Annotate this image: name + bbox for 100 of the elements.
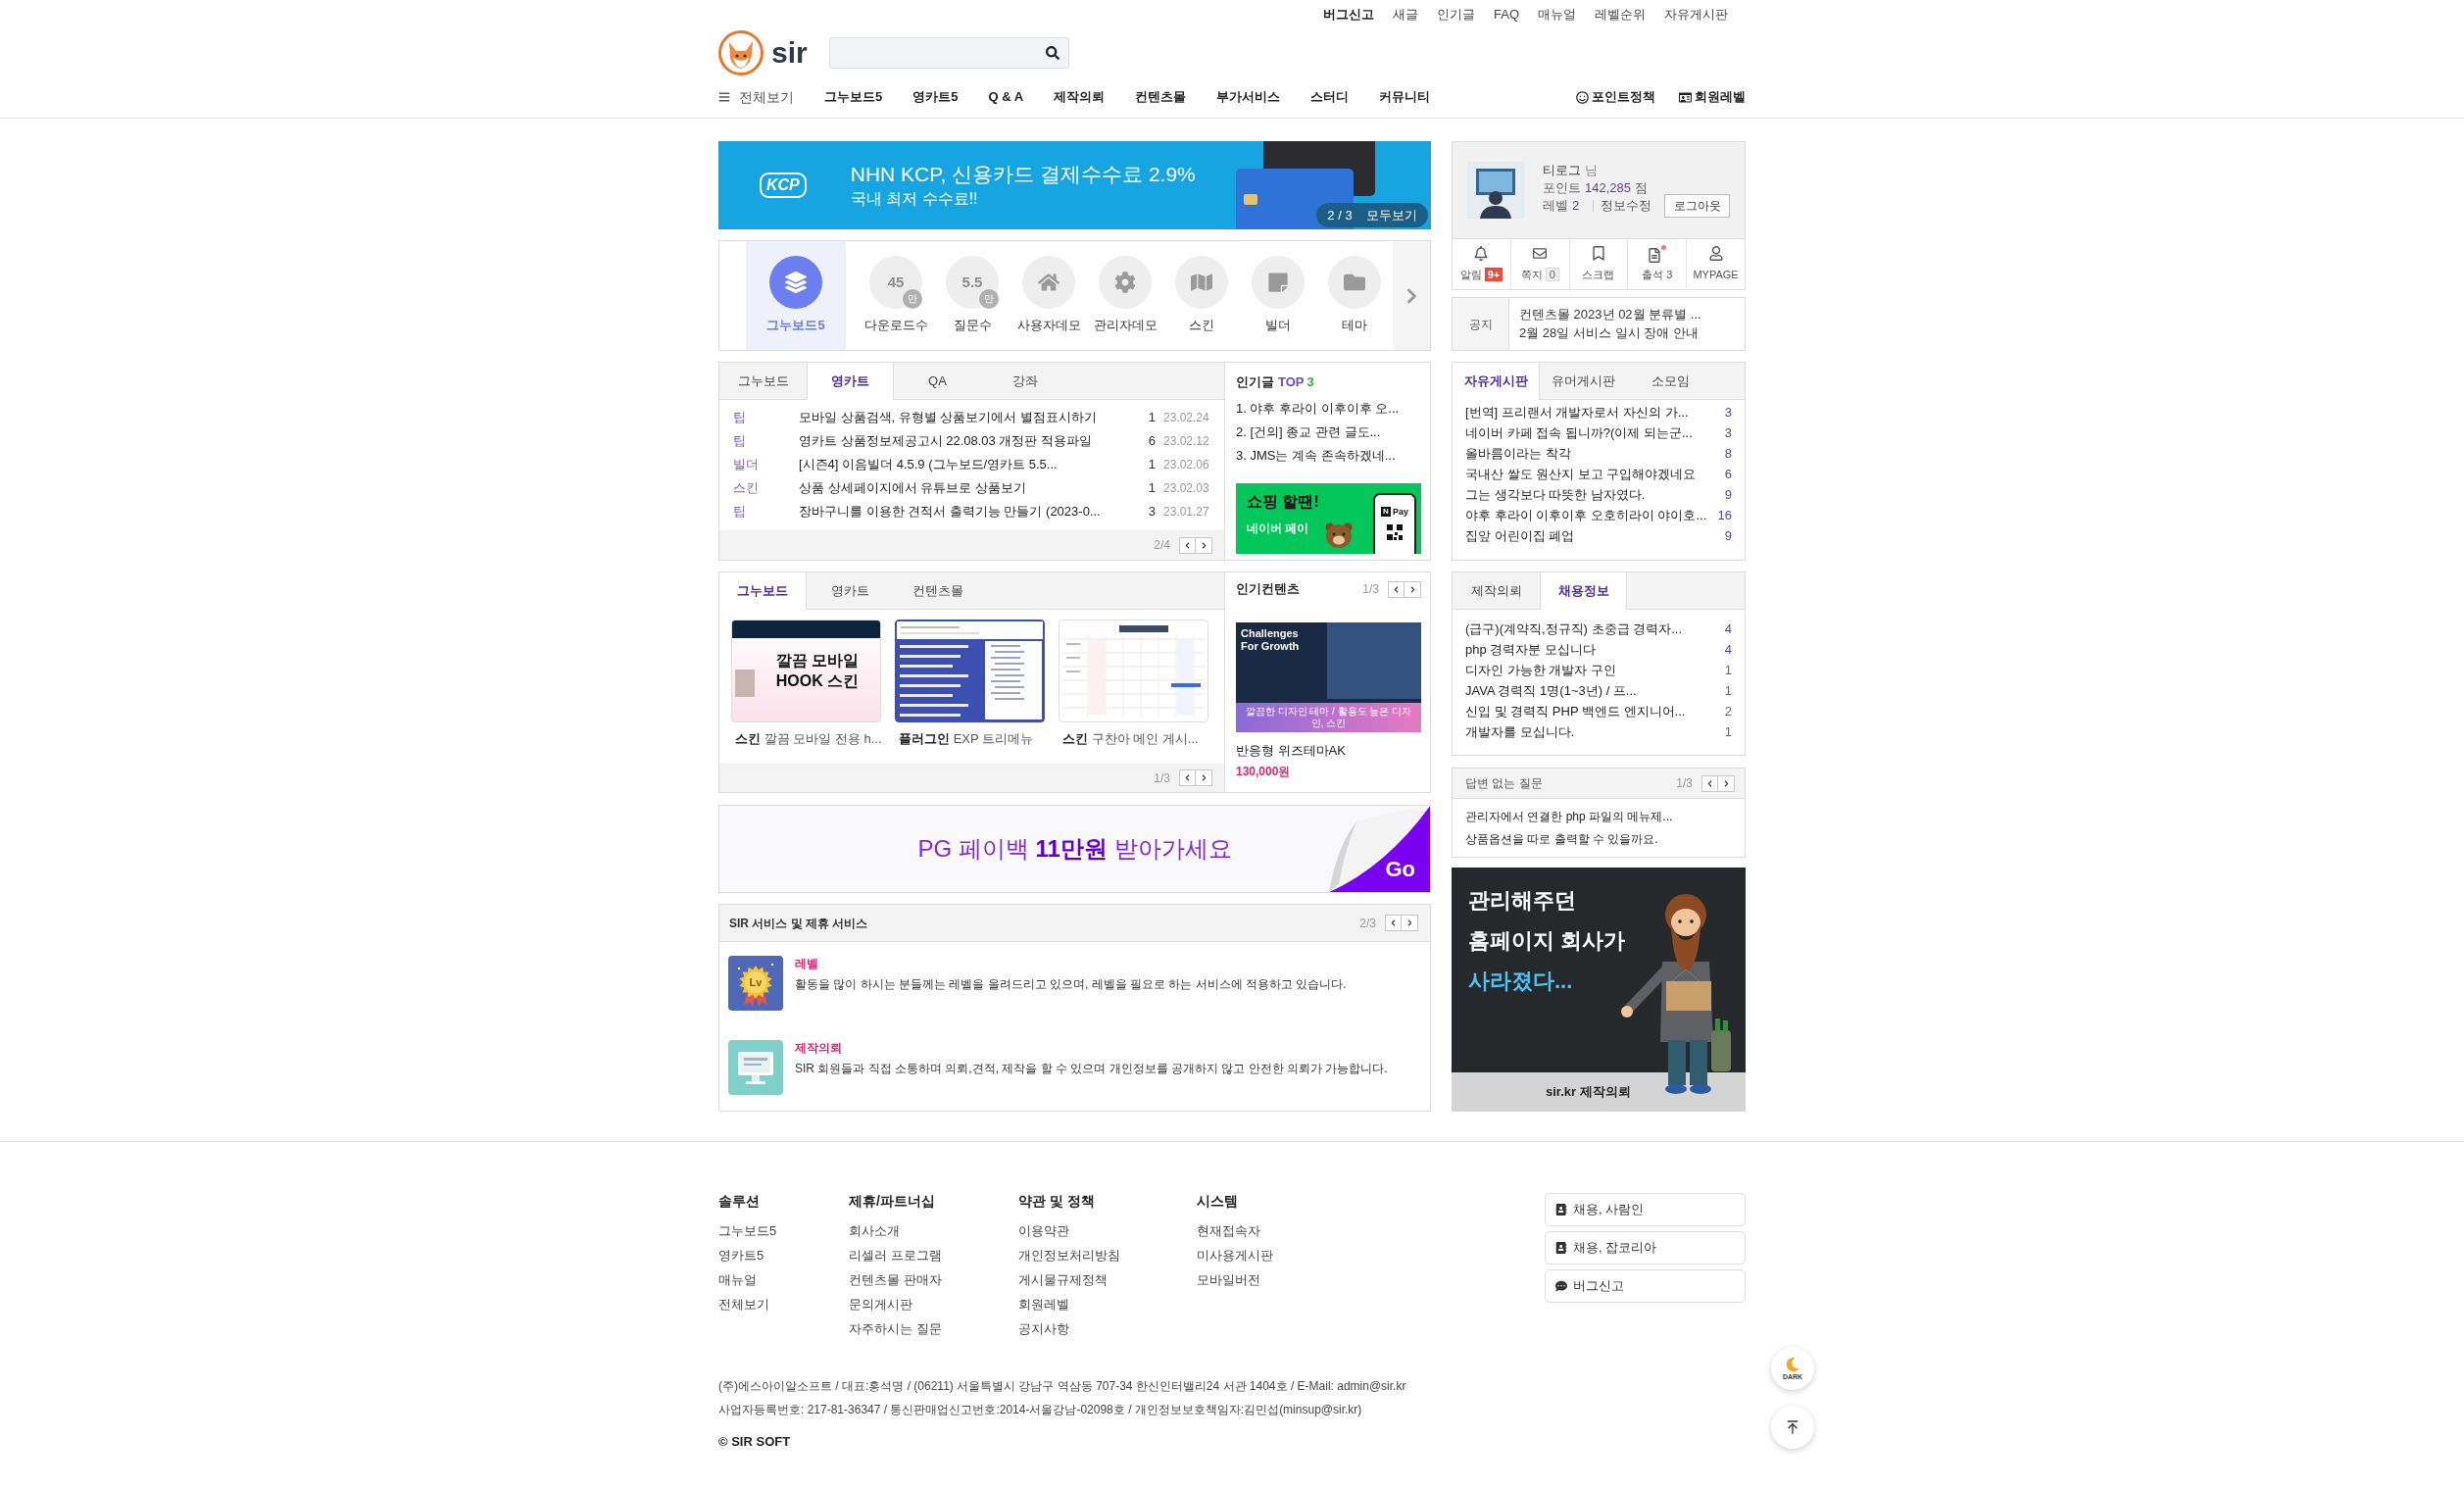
footer-link[interactable]: 미사용게시판 — [1197, 1243, 1273, 1267]
nav-link[interactable]: 커뮤니티 — [1379, 87, 1431, 107]
footer-link[interactable]: 개인정보처리방침 — [1018, 1243, 1120, 1267]
footer-link[interactable]: 전체보기 — [718, 1292, 769, 1316]
post-title[interactable]: 네이버 카페 접속 됩니까?(이제 되는군... — [1465, 422, 1721, 443]
post-title[interactable]: 2. [건의] 종교 관련 글도... — [1236, 422, 1381, 442]
tab[interactable]: 소모임 — [1627, 363, 1714, 399]
post-title[interactable]: [번역] 프리랜서 개발자로서 자신의 가... — [1465, 402, 1721, 422]
shortcut-button[interactable]: 쪽지 0 — [1510, 239, 1570, 289]
post-title[interactable]: 야후 후라이 이후이후 오호히라이 야이호... — [1465, 505, 1714, 525]
nav-link[interactable]: 스터디 — [1310, 87, 1350, 107]
post-title[interactable]: 집앞 어린이집 폐업 — [1465, 525, 1721, 546]
post-title[interactable]: php 경력자분 모십니다 — [1465, 639, 1721, 660]
top-link[interactable]: 레벨순위 — [1595, 5, 1646, 25]
post-title[interactable]: 장바구니를 이용한 견적서 출력기능 만들기 (2023-0... — [799, 502, 1136, 521]
shortcut-button[interactable]: 출석 3 — [1628, 239, 1688, 289]
top-link[interactable]: 자유게시판 — [1664, 5, 1728, 25]
post-title[interactable]: 모바일 상품검색, 유형별 상품보기에서 별점표시하기 — [799, 408, 1136, 427]
post-title[interactable]: 디자인 가능한 개발자 구인 — [1465, 660, 1721, 680]
top-link[interactable]: 새글 — [1393, 5, 1418, 25]
product-title[interactable]: 반응형 위즈테마AK — [1236, 742, 1421, 760]
tab[interactable]: 컨텐츠몰 — [894, 572, 981, 609]
card-title[interactable]: 플러그인 EXP 트리메뉴 — [895, 730, 1045, 748]
tab[interactable]: 영카트 — [807, 363, 894, 400]
top-link[interactable]: FAQ — [1494, 5, 1519, 25]
notice-link[interactable]: 2월 28일 서비스 일시 장애 안내 — [1519, 323, 1701, 342]
tab[interactable]: 자유게시판 — [1453, 363, 1540, 400]
card-title[interactable]: 스킨 깔끔 모바일 전용 h... — [731, 730, 881, 748]
top-link[interactable]: 인기글 — [1437, 5, 1475, 25]
thumbnail-image[interactable]: 깔끔 모바일 HOOK 스킨 — [731, 620, 881, 722]
post-title[interactable]: 개발자를 모십니다. — [1465, 721, 1721, 742]
screenshot-drawing[interactable] — [895, 620, 1045, 722]
tab[interactable]: 강좌 — [981, 363, 1068, 399]
logo-text[interactable]: sir — [771, 38, 808, 68]
footer-link[interactable]: 문의게시판 — [849, 1292, 912, 1316]
top-link[interactable]: 매뉴얼 — [1538, 5, 1576, 25]
footer-link[interactable]: 컨텐츠몰 판매자 — [849, 1267, 942, 1292]
calendar-screenshot-drawing[interactable] — [1059, 620, 1208, 722]
footer-link[interactable]: 회원레벨 — [1018, 1292, 1069, 1316]
search-field[interactable] — [828, 37, 1069, 69]
footer-link[interactable]: 자주하시는 질문 — [849, 1316, 942, 1341]
tab[interactable]: 유머게시판 — [1540, 363, 1627, 399]
service-name[interactable]: 제작의뢰 — [795, 1040, 1388, 1056]
footer-link[interactable]: 게시물규제정책 — [1018, 1267, 1108, 1292]
previous-button[interactable] — [1385, 915, 1402, 931]
post-title[interactable]: 1. 야후 후라이 이후이후 오... — [1236, 399, 1400, 419]
footer-link[interactable]: 이용약관 — [1018, 1218, 1069, 1243]
tab[interactable]: 채용정보 — [1540, 572, 1627, 610]
shortcut-button[interactable]: 스크랩 — [1569, 239, 1629, 289]
view-all-link[interactable]: 모두보기 — [1365, 205, 1417, 225]
post-title[interactable]: 그는 생각보다 따뜻한 남자였다. — [1465, 484, 1721, 505]
footer-link[interactable]: 리셀러 프로그램 — [849, 1243, 942, 1267]
ad-banner[interactable]: 쇼핑 할땐! 네이버 페이 N Pay — [1236, 483, 1421, 554]
post-title[interactable]: 상품옵션을 따로 출력할 수 있을까요. — [1465, 829, 1658, 848]
nav-link[interactable]: 영카트5 — [912, 87, 959, 107]
quick-menu-item[interactable]: 45 만 다운로드수 — [858, 241, 934, 350]
quick-menu-item[interactable]: 사용자데모 — [1010, 241, 1087, 350]
nav-link[interactable]: 제작의뢰 — [1054, 87, 1106, 107]
footer-link-button[interactable]: 버그신고 — [1545, 1269, 1746, 1303]
footer-link[interactable]: 모바일버전 — [1197, 1267, 1260, 1292]
footer-link[interactable]: 공지사항 — [1018, 1316, 1069, 1341]
previous-button[interactable] — [1701, 774, 1718, 792]
footer-link[interactable]: 매뉴얼 — [718, 1267, 757, 1292]
nav-link[interactable]: 포인트정책 — [1576, 87, 1655, 107]
next-button[interactable] — [1196, 769, 1212, 786]
nav-link[interactable]: 컨텐츠몰 — [1135, 87, 1187, 107]
quick-menu-item[interactable]: 테마 — [1316, 241, 1393, 350]
logout-button[interactable]: 로그아웃 — [1664, 194, 1730, 218]
next-button[interactable] — [1402, 915, 1418, 931]
previous-button[interactable] — [1388, 580, 1404, 598]
payback-banner[interactable]: PG 페이백 11만원 받아가세요 Go — [718, 805, 1431, 893]
post-title[interactable]: 올바름이라는 착각 — [1465, 443, 1721, 464]
quick-menu-item[interactable]: 5.5 만 질문수 — [934, 241, 1010, 350]
post-title[interactable]: 관리자에서 연결한 php 파일의 메뉴제... — [1465, 807, 1673, 825]
next-button[interactable] — [1718, 774, 1735, 792]
post-title[interactable]: 상품 상세페이지에서 유튜브로 상품보기 — [799, 478, 1136, 498]
footer-link[interactable]: 회사소개 — [849, 1218, 900, 1243]
previous-button[interactable] — [1179, 769, 1196, 786]
tab[interactable]: 영카트 — [807, 572, 894, 609]
shortcut-button[interactable]: MYPAGE — [1687, 239, 1745, 289]
footer-link[interactable]: 영카트5 — [718, 1243, 764, 1267]
fox-logo-icon[interactable] — [718, 30, 764, 75]
go-button[interactable]: Go — [1329, 806, 1430, 892]
nav-link[interactable]: 부가서비스 — [1216, 87, 1281, 107]
promo-banner[interactable]: KCP NHN KCP, 신용카드 결제수수료 2.9% 국내 최저 수수료!! 2 / 3 모두보기 — [718, 141, 1431, 229]
edit-profile-link[interactable]: 정보수정 — [1601, 197, 1652, 215]
nav-link[interactable]: 회원레벨 — [1679, 87, 1746, 107]
tab[interactable]: 그누보드 — [719, 363, 807, 399]
post-title[interactable]: (급구)(계약직,정규직) 초중급 경력자... — [1465, 619, 1721, 639]
post-title[interactable]: 신입 및 경력직 PHP 백엔드 엔지니어... — [1465, 701, 1721, 721]
quick-menu-item[interactable]: 관리자데모 — [1087, 241, 1163, 350]
post-title[interactable]: 영카트 상품정보제공고시 22.08.03 개정판 적용파일 — [799, 431, 1136, 451]
shortcut-button[interactable]: 알림 9+ — [1453, 239, 1511, 289]
footer-link[interactable]: 현재접속자 — [1197, 1218, 1260, 1243]
next-button[interactable] — [1404, 580, 1421, 598]
footer-link[interactable]: 그누보드5 — [718, 1218, 777, 1243]
post-title[interactable]: JAVA 경력직 1명(1~3년) / 프... — [1465, 680, 1721, 701]
post-title[interactable]: 국내산 쌀도 원산지 보고 구입해야겠네요 — [1465, 464, 1721, 484]
nav-link[interactable]: 그누보드5 — [824, 87, 883, 107]
tab[interactable]: 제작의뢰 — [1453, 572, 1540, 609]
